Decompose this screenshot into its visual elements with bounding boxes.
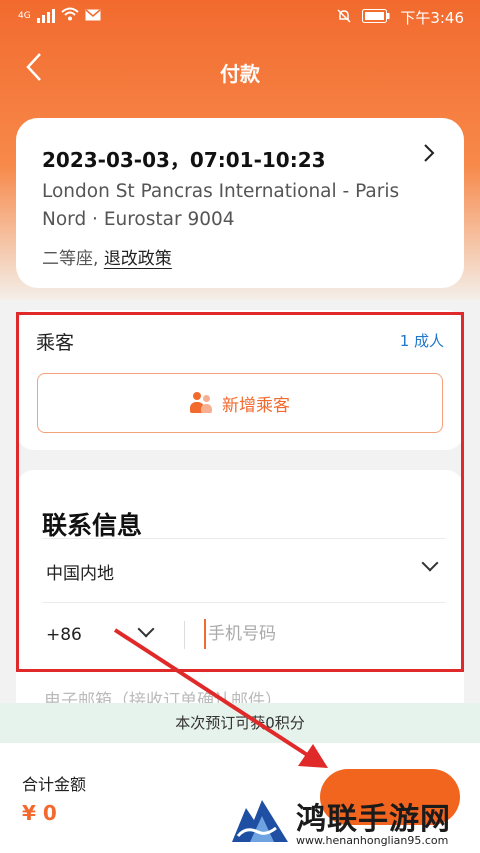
page-title: 付款 xyxy=(220,62,260,86)
highlight-box xyxy=(16,312,464,672)
status-right: 下午3:46 xyxy=(336,7,464,28)
seat-class: 二等座, xyxy=(42,249,99,269)
total-value: ¥ 0 xyxy=(22,801,57,825)
battery-icon xyxy=(362,8,390,27)
watermark-logo-icon xyxy=(232,800,288,842)
status-left: 4G xyxy=(18,7,101,25)
refund-policy-link[interactable]: 退改政策 xyxy=(104,249,172,269)
points-notice: 本次预订可获0积分 xyxy=(0,703,480,743)
watermark-url: www.henanhonglian95.com xyxy=(296,834,449,847)
chevron-right-icon[interactable] xyxy=(422,142,436,170)
status-bar: 4G 下午3:46 xyxy=(0,0,480,32)
watermark-brand: 鸿联手游网 xyxy=(296,802,451,837)
nav-bar: 付款 xyxy=(0,40,480,100)
wifi-icon xyxy=(61,7,79,25)
mute-bell-icon xyxy=(336,8,352,28)
mail-icon xyxy=(85,7,101,25)
trip-route: London St Pancras International - Paris … xyxy=(42,181,400,230)
signal-icon xyxy=(36,9,55,23)
status-time: 下午3:46 xyxy=(400,9,464,27)
trip-datetime: 2023-03-03，07:01-10:23 xyxy=(42,148,326,172)
network-type: 4G xyxy=(18,11,31,21)
trip-seat-row: 二等座, 退改政策 xyxy=(42,244,172,269)
total-label: 合计金额 xyxy=(22,775,87,794)
trip-summary-card[interactable]: 2023-03-03，07:01-10:23 London St Pancras… xyxy=(16,118,464,288)
watermark: 鸿联手游网 www.henanhonglian95.com xyxy=(232,792,478,850)
